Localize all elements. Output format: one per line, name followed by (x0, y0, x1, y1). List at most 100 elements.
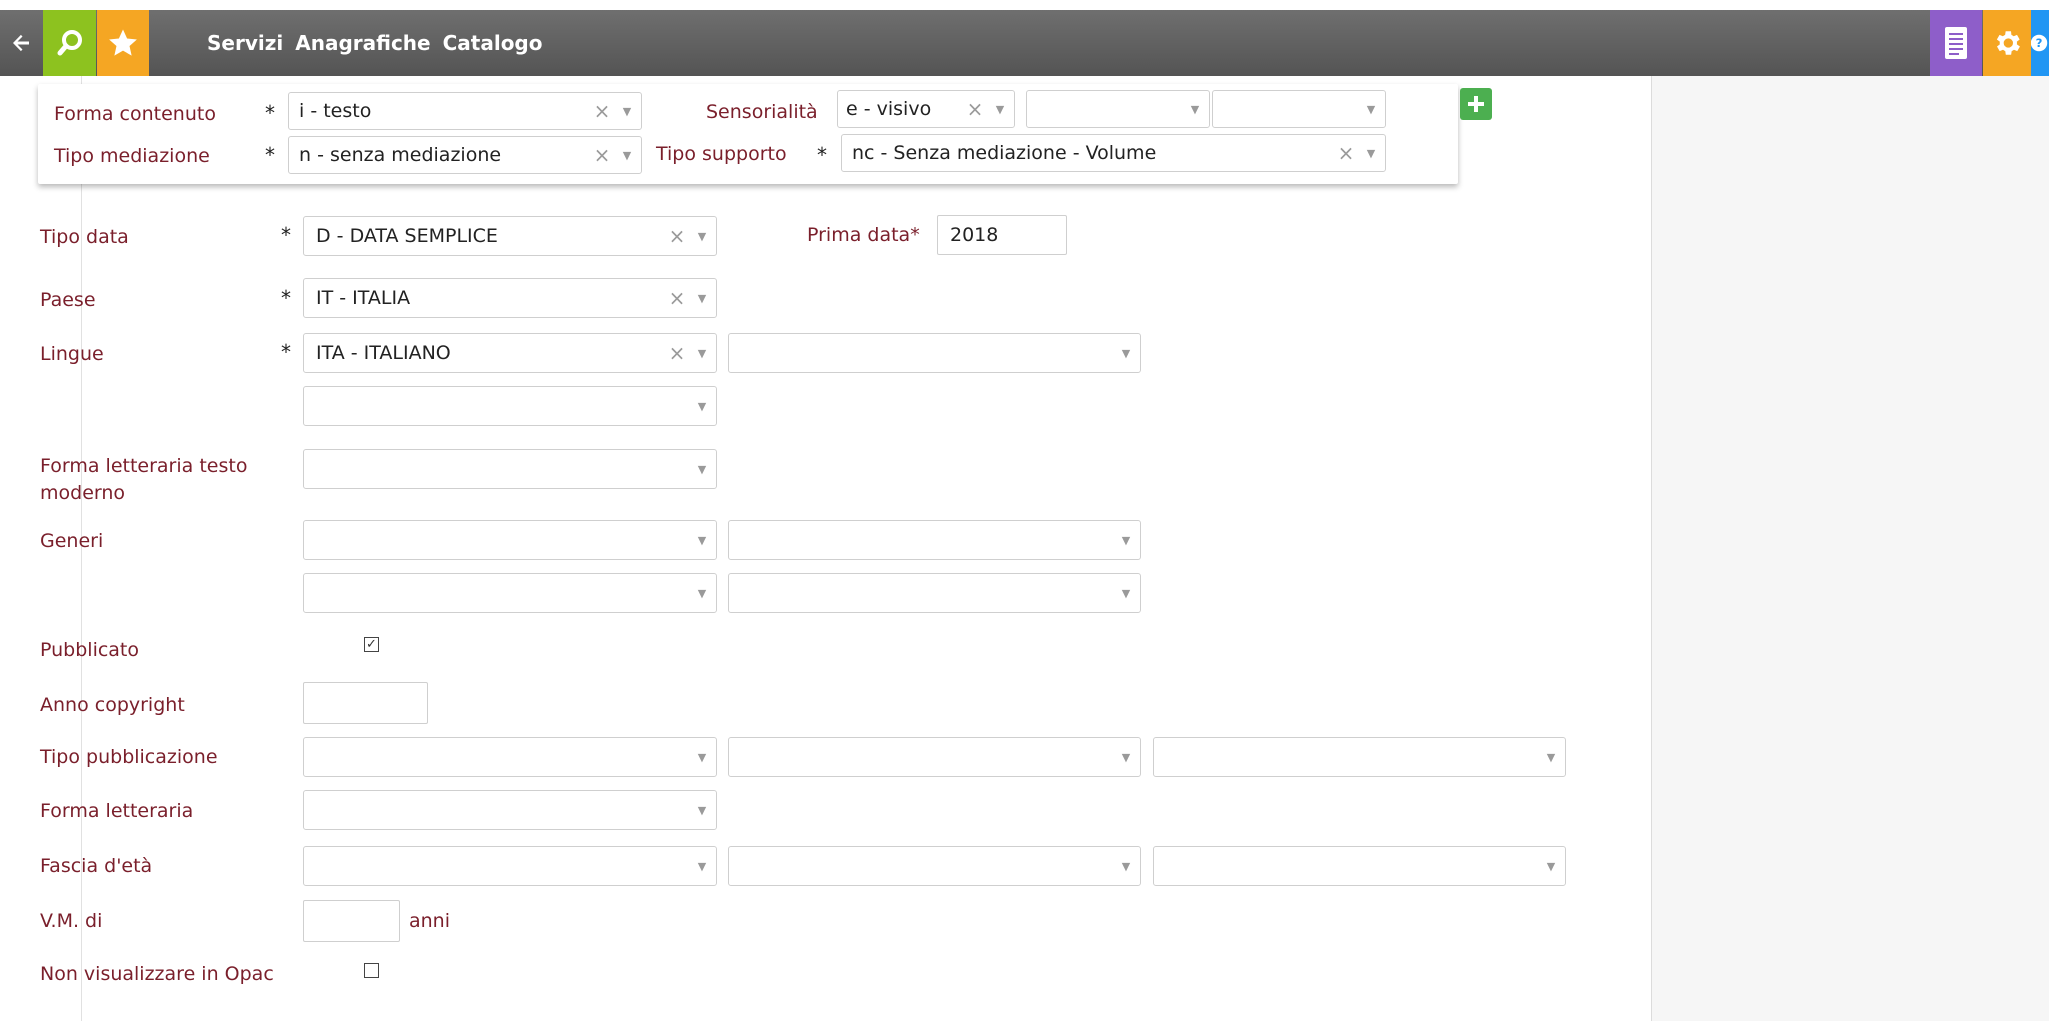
tipo-data-select[interactable]: D - DATA SEMPLICE × ▼ (303, 216, 717, 256)
lingue-label: Lingue (40, 343, 104, 365)
menu-catalogo[interactable]: Catalogo (443, 31, 543, 55)
sensorialita-select-1[interactable]: e - visivo × ▼ (837, 90, 1015, 128)
tipo-mediazione-label: Tipo mediazione (54, 145, 210, 167)
search-button[interactable] (43, 10, 96, 76)
dropdown-arrow-icon[interactable]: ▼ (688, 860, 716, 873)
lingue-select-3[interactable]: ▼ (303, 386, 717, 426)
required-marker: * (281, 286, 291, 310)
forma-letteraria-testo-moderno-label: Forma letteraria testo (40, 455, 248, 477)
fascia-eta-label: Fascia d'età (40, 855, 153, 877)
dropdown-arrow-icon[interactable]: ▼ (1537, 860, 1565, 873)
anno-copyright-label: Anno copyright (40, 694, 185, 716)
tipo-mediazione-select[interactable]: n - senza mediazione × ▼ (288, 136, 642, 174)
clear-icon[interactable]: × (1335, 141, 1357, 165)
tipo-pubblicazione-select-1[interactable]: ▼ (303, 737, 717, 777)
select-value: nc - Senza mediazione - Volume (852, 142, 1157, 164)
dropdown-arrow-icon[interactable]: ▼ (688, 400, 716, 413)
select-value: e - visivo (846, 98, 932, 120)
anno-copyright-input[interactable] (303, 682, 428, 724)
generi-label: Generi (40, 530, 104, 552)
forma-letteraria-label: Forma letteraria (40, 800, 194, 822)
prima-data-input[interactable]: 2018 (937, 215, 1067, 255)
menu-anagrafiche[interactable]: Anagrafiche (295, 31, 430, 55)
generi-select-2[interactable]: ▼ (728, 520, 1141, 560)
dropdown-arrow-icon[interactable]: ▼ (1537, 751, 1565, 764)
select-value: n - senza mediazione (299, 144, 502, 166)
forma-letteraria-select[interactable]: ▼ (303, 790, 717, 830)
fascia-eta-select-1[interactable]: ▼ (303, 846, 717, 886)
prima-data-label: Prima data* (807, 224, 920, 246)
clear-icon[interactable]: × (591, 99, 613, 123)
report-button[interactable] (1930, 10, 1982, 76)
sensorialita-label: Sensorialità (706, 101, 818, 123)
forma-letteraria-testo-moderno-select[interactable]: ▼ (303, 449, 717, 489)
dropdown-arrow-icon[interactable]: ▼ (688, 804, 716, 817)
plus-icon (1468, 96, 1484, 112)
settings-button[interactable] (1983, 10, 2031, 76)
dropdown-arrow-icon[interactable]: ▼ (613, 105, 641, 118)
clear-icon[interactable]: × (666, 286, 688, 310)
lingue-select-1[interactable]: ITA - ITALIANO × ▼ (303, 333, 717, 373)
pubblicato-checkbox[interactable]: ✓ (364, 637, 379, 652)
dropdown-arrow-icon[interactable]: ▼ (1112, 860, 1140, 873)
document-list-icon (1945, 27, 1967, 59)
generi-select-3[interactable]: ▼ (303, 573, 717, 613)
generi-select-1[interactable]: ▼ (303, 520, 717, 560)
dropdown-arrow-icon[interactable]: ▼ (1112, 587, 1140, 600)
vm-input[interactable] (303, 900, 400, 942)
tipo-supporto-select[interactable]: nc - Senza mediazione - Volume × ▼ (841, 134, 1386, 172)
dropdown-arrow-icon[interactable]: ▼ (1112, 347, 1140, 360)
required-marker: * (281, 223, 291, 247)
check-icon: ✓ (366, 637, 377, 652)
non-visualizzare-opac-label: Non visualizzare in Opac (40, 963, 274, 985)
back-button[interactable] (0, 10, 42, 76)
dropdown-arrow-icon[interactable]: ▼ (688, 347, 716, 360)
fascia-eta-select-2[interactable]: ▼ (728, 846, 1141, 886)
lingue-select-2[interactable]: ▼ (728, 333, 1141, 373)
clear-icon[interactable]: × (666, 341, 688, 365)
fascia-eta-select-3[interactable]: ▼ (1153, 846, 1566, 886)
clear-icon[interactable]: × (666, 224, 688, 248)
menu-servizi[interactable]: Servizi (207, 31, 283, 55)
required-marker: * (817, 143, 827, 167)
dropdown-arrow-icon[interactable]: ▼ (688, 534, 716, 547)
paese-select[interactable]: IT - ITALIA × ▼ (303, 278, 717, 318)
add-button[interactable] (1460, 88, 1492, 120)
paese-label: Paese (40, 289, 96, 311)
right-side-panel (1652, 76, 2049, 1021)
sensorialita-select-3[interactable]: ▼ (1212, 90, 1386, 128)
dropdown-arrow-icon[interactable]: ▼ (688, 463, 716, 476)
dropdown-arrow-icon[interactable]: ▼ (688, 230, 716, 243)
select-value: ITA - ITALIANO (316, 342, 451, 364)
favorites-button[interactable] (97, 10, 149, 76)
forma-contenuto-select[interactable]: i - testo × ▼ (288, 92, 642, 130)
generi-select-4[interactable]: ▼ (728, 573, 1141, 613)
pubblicato-label: Pubblicato (40, 639, 140, 661)
tipo-pubblicazione-select-3[interactable]: ▼ (1153, 737, 1566, 777)
dropdown-arrow-icon[interactable]: ▼ (1357, 103, 1385, 116)
dropdown-arrow-icon[interactable]: ▼ (688, 587, 716, 600)
dropdown-arrow-icon[interactable]: ▼ (613, 149, 641, 162)
tipo-pubblicazione-label: Tipo pubblicazione (40, 746, 218, 768)
clear-icon[interactable]: × (964, 97, 986, 121)
dropdown-arrow-icon[interactable]: ▼ (1357, 147, 1385, 160)
vm-unit: anni (409, 910, 451, 932)
gear-icon (1996, 31, 2020, 55)
dropdown-arrow-icon[interactable]: ▼ (986, 103, 1014, 116)
main-menu: Servizi Anagrafiche Catalogo (207, 10, 543, 76)
help-button[interactable]: ? (2031, 10, 2049, 76)
select-value: D - DATA SEMPLICE (316, 225, 498, 247)
dropdown-arrow-icon[interactable]: ▼ (1181, 103, 1209, 116)
dropdown-arrow-icon[interactable]: ▼ (1112, 534, 1140, 547)
dropdown-arrow-icon[interactable]: ▼ (688, 292, 716, 305)
dropdown-arrow-icon[interactable]: ▼ (1112, 751, 1140, 764)
select-value: i - testo (299, 100, 372, 122)
clear-icon[interactable]: × (591, 143, 613, 167)
tipo-pubblicazione-select-2[interactable]: ▼ (728, 737, 1141, 777)
sensorialita-select-2[interactable]: ▼ (1026, 90, 1210, 128)
forma-letteraria-testo-moderno-label-line2: moderno (40, 482, 126, 504)
dropdown-arrow-icon[interactable]: ▼ (688, 751, 716, 764)
non-visualizzare-opac-checkbox[interactable] (364, 963, 379, 978)
forma-contenuto-label: Forma contenuto (54, 103, 216, 125)
required-marker: * (265, 143, 275, 167)
